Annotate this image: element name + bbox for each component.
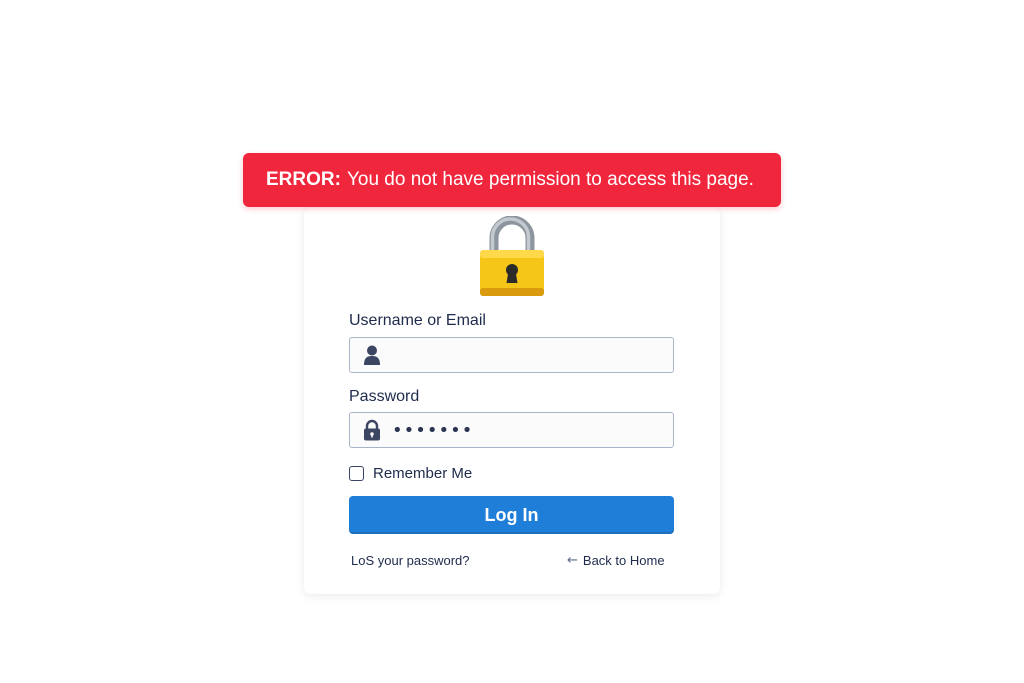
username-label: Username or Email xyxy=(349,312,486,329)
remember-me[interactable]: Remember Me xyxy=(349,465,472,482)
login-button[interactable]: Log In xyxy=(349,496,674,534)
error-banner: ERROR: You do not have permission to acc… xyxy=(243,153,781,207)
back-to-home-link[interactable]: ← Back to Home xyxy=(567,553,665,568)
password-label: Password xyxy=(349,388,420,405)
password-value: ••••••• xyxy=(392,419,474,441)
lock-icon xyxy=(480,216,544,296)
error-label: ERROR: xyxy=(266,169,341,190)
remember-label: Remember Me xyxy=(373,465,473,482)
username-field[interactable] xyxy=(349,337,674,373)
padlock-icon xyxy=(364,419,380,441)
arrow-left-icon: ← xyxy=(567,553,578,568)
login-page: ERROR: You do not have permission to acc… xyxy=(0,0,1024,683)
back-to-home-label: Back to Home xyxy=(582,553,665,568)
remember-checkbox[interactable] xyxy=(349,466,364,481)
user-icon xyxy=(364,345,380,365)
lost-password-link[interactable]: LoS your password? xyxy=(351,553,470,568)
error-message: You do not have permission to access thi… xyxy=(346,169,754,190)
password-field[interactable]: ••••••• xyxy=(349,412,674,448)
